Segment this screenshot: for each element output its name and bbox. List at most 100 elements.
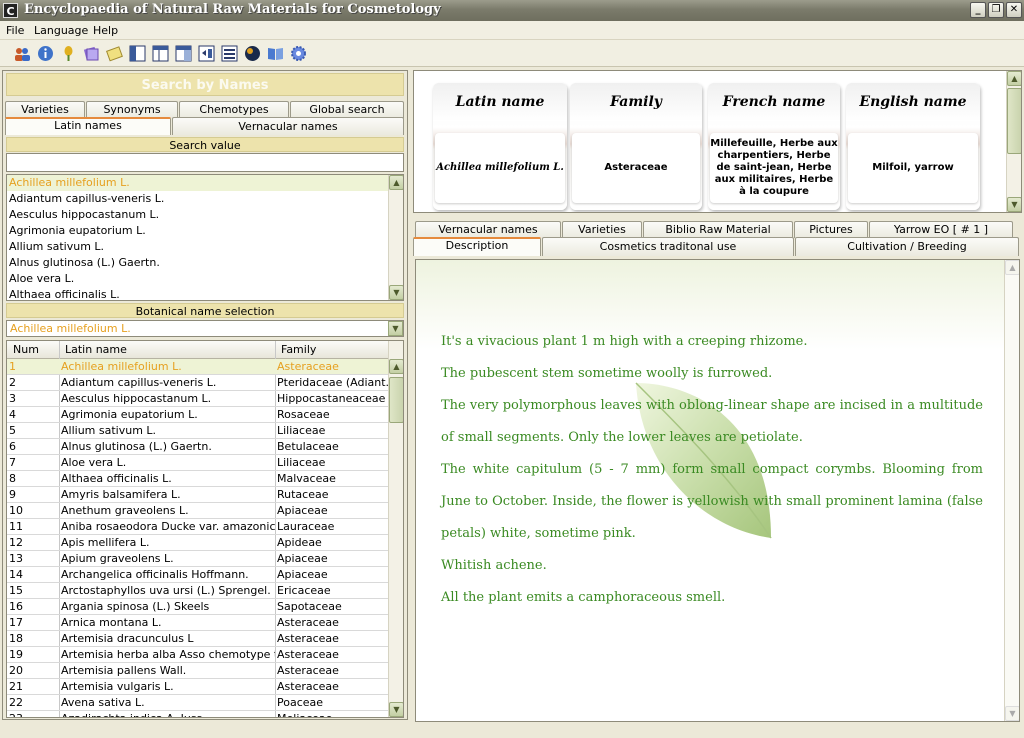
window-list-icon[interactable] bbox=[221, 45, 238, 62]
tab-pictures[interactable]: Pictures bbox=[794, 221, 868, 238]
tab-latin-names[interactable]: Latin names bbox=[5, 117, 171, 135]
table-row[interactable]: 16 Argania spinosa (L.) Skeels Sapotaceae bbox=[7, 599, 389, 615]
users-icon[interactable] bbox=[14, 45, 31, 62]
row-latin-name: Aesculus hippocastanum L. bbox=[61, 392, 212, 405]
globe-icon[interactable] bbox=[244, 45, 261, 62]
table-row[interactable]: 10 Anethum graveolens L. Apiaceae bbox=[7, 503, 389, 519]
search-value-input[interactable] bbox=[6, 153, 404, 172]
tab-chemotypes[interactable]: Chemotypes bbox=[179, 101, 289, 118]
tab-description[interactable]: Description bbox=[413, 237, 541, 256]
table-row[interactable]: 11 Aniba rosaeodora Ducke var. amazonica L… bbox=[7, 519, 389, 535]
layout-left-icon[interactable] bbox=[129, 45, 146, 62]
table-row[interactable]: 8 Althaea officinalis L. Malvaceae bbox=[7, 471, 389, 487]
list-item[interactable]: Adiantum capillus-veneris L. bbox=[7, 191, 403, 207]
scroll-up-button[interactable]: ▲ bbox=[1005, 260, 1019, 275]
menu-language[interactable]: Language bbox=[34, 24, 88, 37]
row-family: Liliaceae bbox=[277, 424, 326, 437]
book-icon[interactable] bbox=[267, 45, 284, 62]
scroll-down-button[interactable]: ▼ bbox=[1005, 706, 1019, 721]
tab-biblio-raw-material[interactable]: Biblio Raw Material bbox=[643, 221, 793, 238]
description-scrollbar[interactable]: ▲ ▼ bbox=[1004, 260, 1019, 721]
botanical-name-select[interactable]: Achillea millefolium L. ▼ bbox=[6, 320, 404, 337]
table-row[interactable]: 4 Agrimonia eupatorium L. Rosaceae bbox=[7, 407, 389, 423]
plant-info-panel: Latin name Achillea millefolium L. Famil… bbox=[413, 70, 1022, 213]
table-row[interactable]: 9 Amyris balsamifera L. Rutaceae bbox=[7, 487, 389, 503]
table-row[interactable]: 7 Aloe vera L. Liliaceae bbox=[7, 455, 389, 471]
settings-icon[interactable] bbox=[290, 45, 307, 62]
list-scrollbar[interactable]: ▲ ▼ bbox=[388, 175, 403, 300]
list-item[interactable]: Aloe vera L. bbox=[7, 271, 403, 287]
close-button[interactable]: ✕ bbox=[1006, 2, 1022, 18]
table-row[interactable]: 6 Alnus glutinosa (L.) Gaertn. Betulaceae bbox=[7, 439, 389, 455]
grid-scrollbar[interactable]: ▲ ▼ bbox=[388, 341, 403, 717]
maximize-button[interactable]: ❐ bbox=[988, 2, 1004, 18]
row-family: Ericaceae bbox=[277, 584, 331, 597]
table-row[interactable]: 14 Archangelica officinalis Hoffmann. Apia… bbox=[7, 567, 389, 583]
description-panel: It's a vivacious plant 1 m high with a c… bbox=[415, 259, 1020, 722]
table-row[interactable]: 13 Apium graveolens L. Apiaceae bbox=[7, 551, 389, 567]
list-item[interactable]: Althaea officinalis L. bbox=[7, 287, 403, 300]
chevron-down-icon[interactable]: ▼ bbox=[388, 321, 403, 336]
row-num: 18 bbox=[9, 632, 23, 645]
tab-vernacular-names[interactable]: Vernacular names bbox=[172, 117, 404, 135]
menu-file[interactable]: File bbox=[6, 24, 24, 37]
header-num[interactable]: Num bbox=[13, 343, 39, 356]
table-row[interactable]: 23Azadirachta indica A. Juss.Meliaceae bbox=[7, 711, 389, 717]
table-row[interactable]: 2 Adiantum capillus-veneris L. Pteridaceae… bbox=[7, 375, 389, 391]
menu-help[interactable]: Help bbox=[93, 24, 118, 37]
row-family: Hippocastaneaceae bbox=[277, 392, 386, 405]
info-icon[interactable] bbox=[37, 45, 54, 62]
table-row[interactable]: 21 Artemisia vulgaris L. Asteraceae bbox=[7, 679, 389, 695]
tab-cosmetics-traditional-use[interactable]: Cosmetics traditonal use bbox=[542, 237, 794, 256]
tab-vernacular-names[interactable]: Vernacular names bbox=[415, 221, 561, 238]
minimize-button[interactable]: _ bbox=[970, 2, 986, 18]
scroll-down-button[interactable]: ▼ bbox=[389, 702, 403, 717]
notes-icon[interactable] bbox=[106, 45, 123, 62]
window-controls: _ ❐ ✕ bbox=[970, 2, 1022, 18]
list-item[interactable]: Aesculus hippocastanum L. bbox=[7, 207, 403, 223]
plant-icon[interactable] bbox=[60, 45, 77, 62]
latin-name-list[interactable]: Achillea millefolium L. Adiantum capillu… bbox=[6, 174, 404, 301]
scroll-up-button[interactable]: ▲ bbox=[1007, 71, 1021, 86]
header-latin-name[interactable]: Latin name bbox=[65, 343, 127, 356]
scroll-thumb[interactable] bbox=[1007, 88, 1021, 154]
table-row[interactable]: 18 Artemisia dracunculus L Asteraceae bbox=[7, 631, 389, 647]
table-row[interactable]: 20 Artemisia pallens Wall. Asteraceae bbox=[7, 663, 389, 679]
layout-panel-icon[interactable] bbox=[198, 45, 215, 62]
scroll-down-button[interactable]: ▼ bbox=[1007, 197, 1021, 212]
layout-right-icon[interactable] bbox=[175, 45, 192, 62]
scroll-thumb[interactable] bbox=[389, 377, 403, 423]
list-item[interactable]: Agrimonia eupatorium L. bbox=[7, 223, 403, 239]
french-name-card: French name Millefeuille, Herbe aux char… bbox=[708, 83, 840, 210]
grid-header: Num Latin name Family bbox=[7, 341, 389, 359]
info-scrollbar[interactable]: ▲ ▼ bbox=[1006, 71, 1021, 212]
scroll-up-button[interactable]: ▲ bbox=[389, 359, 403, 374]
header-family[interactable]: Family bbox=[281, 343, 316, 356]
list-item[interactable]: Achillea millefolium L. bbox=[7, 175, 403, 191]
tab-varieties[interactable]: Varieties bbox=[562, 221, 642, 238]
row-num: 21 bbox=[9, 680, 23, 693]
row-latin-name: Apium graveolens L. bbox=[61, 552, 174, 565]
cards-icon[interactable] bbox=[83, 45, 100, 62]
table-row[interactable]: 15 Arctostaphyllos uva ursi (L.) Sprengel… bbox=[7, 583, 389, 599]
table-row[interactable]: 19 Artemisia herba alba Asso chemotype th… bbox=[7, 647, 389, 663]
tab-cultivation-breeding[interactable]: Cultivation / Breeding bbox=[795, 237, 1019, 256]
list-item[interactable]: Alnus glutinosa (L.) Gaertn. bbox=[7, 255, 403, 271]
table-row[interactable]: 5 Allium sativum L. Liliaceae bbox=[7, 423, 389, 439]
tab-global-search[interactable]: Global search bbox=[290, 101, 404, 118]
scroll-up-button[interactable]: ▲ bbox=[389, 175, 403, 190]
menu-bar: File Language Help bbox=[0, 21, 1024, 40]
description-paragraph: Whitish achene. bbox=[441, 558, 547, 573]
table-row[interactable]: 17 Arnica montana L. Asteraceae bbox=[7, 615, 389, 631]
row-latin-name: Amyris balsamifera L. bbox=[61, 488, 181, 501]
tab-yarrow-eo[interactable]: Yarrow EO [ # 1 ] bbox=[869, 221, 1013, 238]
layout-split-icon[interactable] bbox=[152, 45, 169, 62]
list-item[interactable]: Allium sativum L. bbox=[7, 239, 403, 255]
table-row[interactable]: 12 Apis mellifera L. Apideae bbox=[7, 535, 389, 551]
tab-synonyms[interactable]: Synonyms bbox=[86, 101, 178, 118]
table-row[interactable]: 3 Aesculus hippocastanum L. Hippocastaneac… bbox=[7, 391, 389, 407]
scroll-down-button[interactable]: ▼ bbox=[389, 285, 403, 300]
tab-varieties[interactable]: Varieties bbox=[5, 101, 85, 118]
table-row[interactable]: 22 Avena sativa L. Poaceae bbox=[7, 695, 389, 711]
table-row[interactable]: 1 Achillea millefolium L. Asteraceae bbox=[7, 359, 389, 375]
